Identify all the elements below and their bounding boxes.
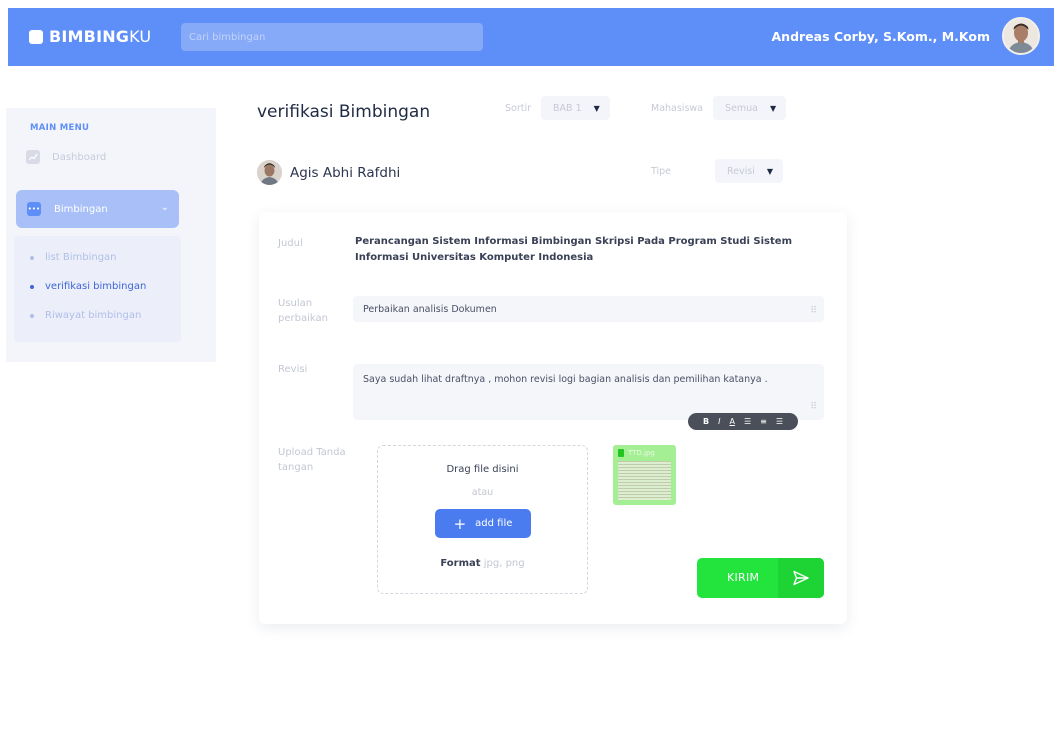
add-file-label: add file bbox=[475, 518, 513, 529]
sortir-label: Sortir bbox=[505, 102, 532, 114]
tipe-select[interactable]: Revisi ▼ bbox=[715, 159, 784, 183]
revisi-label: Revisi bbox=[278, 364, 308, 375]
file-drop-zone[interactable]: Drag file disini atau + add file Format … bbox=[377, 445, 588, 594]
send-label: KIRIM bbox=[727, 571, 760, 584]
format-label: Format bbox=[440, 558, 481, 569]
usulan-field[interactable]: Perbaikan analisis Dokumen ⠿ bbox=[353, 296, 824, 322]
drop-or: atau bbox=[471, 487, 494, 498]
sidebar-item-dashboard-label: Dashboard bbox=[52, 151, 107, 163]
chevron-down-icon: ▼ bbox=[766, 166, 774, 176]
student-avatar-icon bbox=[257, 160, 282, 185]
drop-title: Drag file disini bbox=[446, 464, 519, 475]
revisi-field[interactable]: Saya sudah lihat draftnya , mohon revisi… bbox=[353, 364, 824, 420]
mahasiswa-value: Semua bbox=[725, 102, 758, 114]
main-menu-title: MAIN MENU bbox=[30, 123, 90, 133]
bullet-icon bbox=[30, 255, 34, 260]
italic-button[interactable]: I bbox=[718, 417, 720, 426]
sortir-value: BAB 1 bbox=[553, 102, 582, 114]
student-info: Agis Abhi Rafdhi bbox=[257, 160, 400, 185]
sidebar-item-bimbingan-label: Bimbingan bbox=[54, 203, 108, 215]
page-title: verifikasi Bimbingan bbox=[257, 102, 431, 122]
align-right-icon[interactable]: ☰ bbox=[776, 417, 783, 426]
subitem-label: Riwayat bimbingan bbox=[45, 310, 142, 321]
chevron-down-icon: ▼ bbox=[593, 103, 600, 113]
student-avatar bbox=[257, 160, 282, 185]
sidebar-item-dashboard[interactable]: Dashboard bbox=[26, 150, 106, 164]
user-avatar[interactable] bbox=[1002, 17, 1040, 55]
top-bar: BIMBINGKU Andreas Corby, S.Kom., M.Kom bbox=[8, 8, 1054, 66]
send-button[interactable]: KIRIM bbox=[697, 558, 824, 598]
plus-icon: + bbox=[453, 514, 467, 533]
upload-label: Upload Tanda tangan bbox=[278, 447, 346, 473]
uploaded-file-thumbnail[interactable]: TTD.jpg bbox=[613, 445, 676, 505]
file-icon bbox=[618, 449, 624, 457]
bullet-icon bbox=[30, 313, 34, 318]
format-info: Format jpg, png bbox=[378, 558, 587, 569]
thumbnail-header: TTD.jpg bbox=[618, 449, 655, 457]
revisi-value: Saya sudah lihat draftnya , mohon revisi… bbox=[363, 374, 768, 385]
underline-button[interactable]: A bbox=[729, 417, 734, 426]
brand-light: KU bbox=[129, 27, 152, 46]
sidebar-subitem-list-bimbingan[interactable]: list Bimbingan bbox=[30, 252, 117, 263]
mahasiswa-filter: Mahasiswa Semua ▼ bbox=[651, 96, 787, 120]
user-profile[interactable]: Andreas Corby, S.Kom., M.Kom bbox=[771, 17, 1040, 55]
bold-button[interactable]: B bbox=[703, 417, 709, 426]
subitem-label: verifikasi bimbingan bbox=[45, 281, 147, 292]
usulan-value: Perbaikan analisis Dokumen bbox=[363, 304, 497, 315]
user-name: Andreas Corby, S.Kom., M.Kom bbox=[771, 28, 991, 44]
chart-icon bbox=[26, 150, 40, 164]
tipe-value: Revisi bbox=[727, 165, 755, 177]
search-input[interactable] bbox=[181, 23, 483, 51]
subitem-label: list Bimbingan bbox=[45, 252, 117, 263]
resize-grip-icon[interactable]: ⠿ bbox=[810, 402, 817, 412]
judul-label: Judul bbox=[278, 238, 303, 249]
thumbnail-filename: TTD.jpg bbox=[628, 449, 655, 457]
user-avatar-icon bbox=[1004, 19, 1038, 53]
mahasiswa-label: Mahasiswa bbox=[651, 102, 703, 114]
logo-square-icon bbox=[29, 29, 43, 44]
sortir-select[interactable]: BAB 1 ▼ bbox=[541, 96, 610, 120]
more-dots-icon: ••• bbox=[27, 202, 41, 216]
student-name: Agis Abhi Rafdhi bbox=[290, 164, 401, 181]
sidebar: MAIN MENU Dashboard ••• Bimbingan ⌄ list… bbox=[6, 108, 216, 362]
bullet-icon bbox=[30, 284, 34, 289]
sidebar-subitem-riwayat-bimbingan[interactable]: Riwayat bimbingan bbox=[30, 310, 141, 321]
mahasiswa-select[interactable]: Semua ▼ bbox=[713, 96, 787, 120]
verification-card: Judul Perancangan Sistem Informasi Bimbi… bbox=[259, 212, 847, 624]
app-logo[interactable]: BIMBING KU bbox=[29, 27, 151, 46]
tipe-label: Tipe bbox=[651, 165, 672, 177]
bimbingan-submenu: list Bimbingan verifikasi bimbingan Riwa… bbox=[14, 236, 181, 342]
judul-value: Perancangan Sistem Informasi Bimbingan S… bbox=[355, 236, 792, 263]
text-format-toolbar: B I A ☰ ≡ ☰ bbox=[688, 413, 798, 430]
sidebar-subitem-verifikasi-bimbingan[interactable]: verifikasi bimbingan bbox=[30, 281, 146, 292]
sortir-filter: Sortir BAB 1 ▼ bbox=[505, 96, 610, 120]
tipe-filter: Tipe Revisi ▼ bbox=[651, 159, 784, 183]
align-left-icon[interactable]: ☰ bbox=[744, 417, 751, 426]
resize-grip-icon[interactable]: ⠿ bbox=[810, 306, 817, 316]
document-preview bbox=[618, 461, 671, 500]
sidebar-item-bimbingan[interactable]: ••• Bimbingan ⌄ bbox=[16, 190, 179, 228]
chevron-down-icon: ⌄ bbox=[160, 202, 169, 213]
add-file-button[interactable]: + add file bbox=[435, 509, 531, 538]
usulan-label: Usulan perbaikan bbox=[278, 298, 328, 324]
chevron-down-icon: ▼ bbox=[769, 103, 777, 113]
align-center-icon[interactable]: ≡ bbox=[760, 417, 767, 426]
format-value: jpg, png bbox=[483, 558, 525, 569]
send-icon bbox=[778, 558, 824, 598]
brand-bold: BIMBING bbox=[49, 27, 130, 46]
